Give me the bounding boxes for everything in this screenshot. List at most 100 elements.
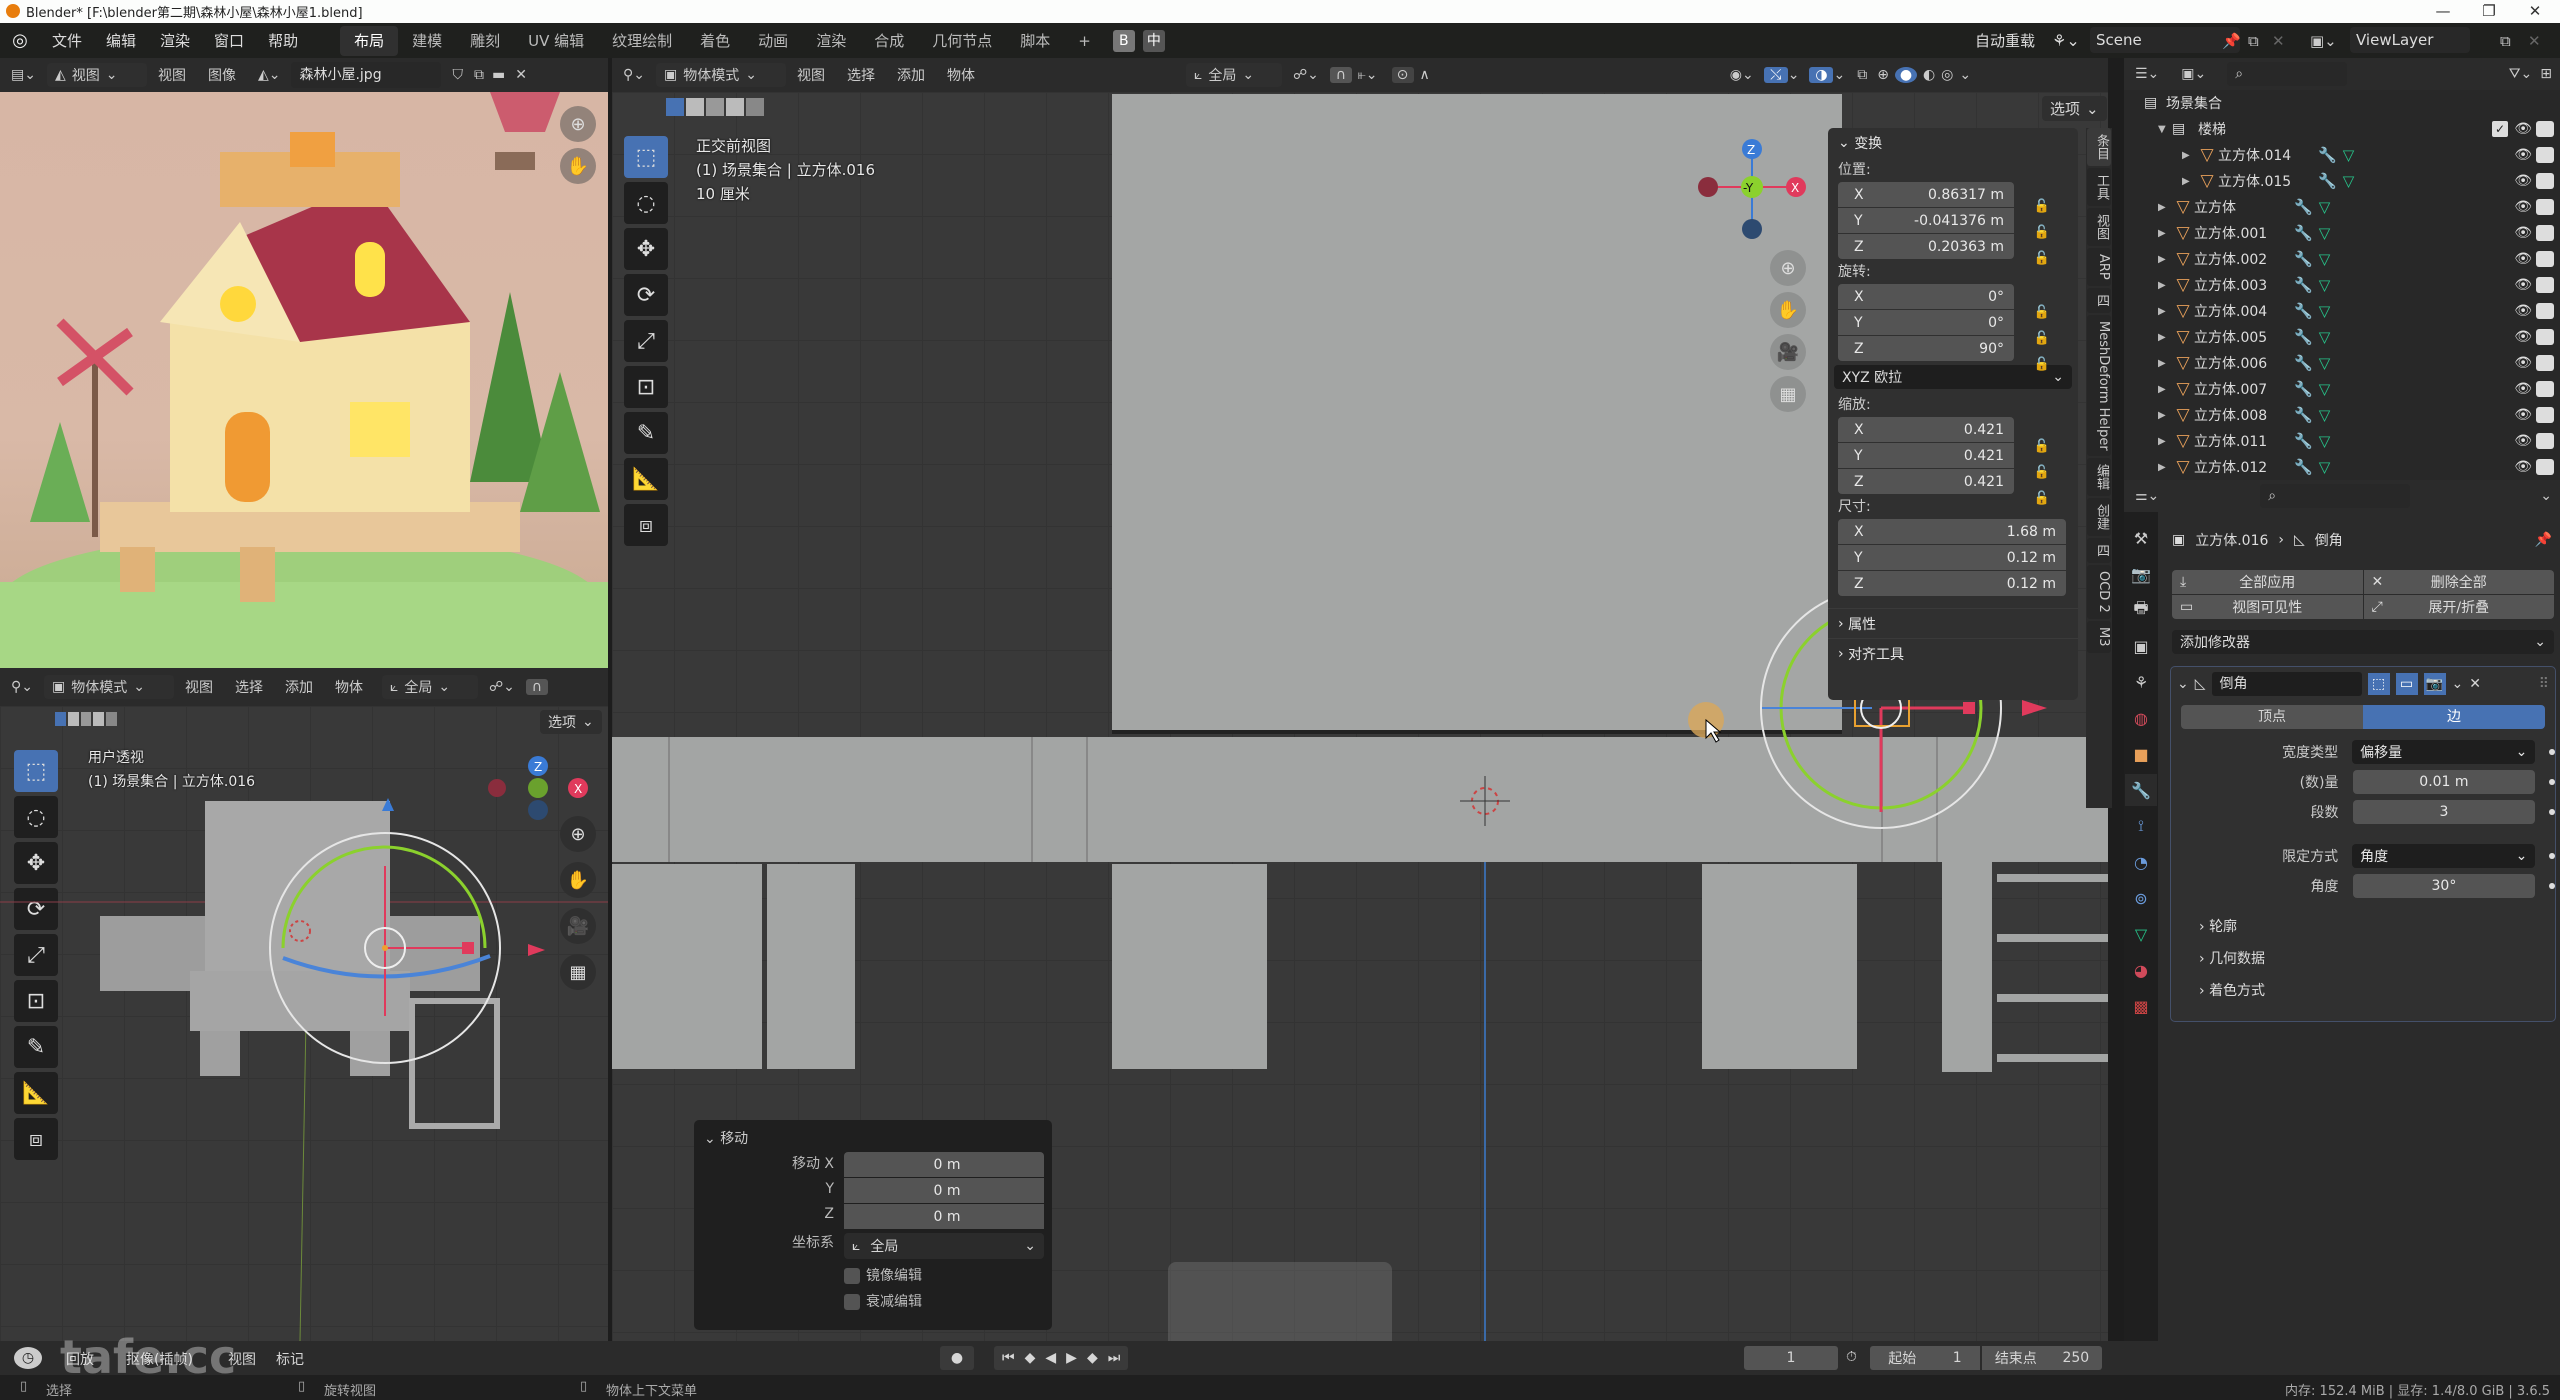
camera-icon[interactable] xyxy=(2536,303,2554,319)
profile-subpanel[interactable]: › 轮廓 xyxy=(2199,911,2555,943)
mesh-data-icon[interactable]: ▽ xyxy=(2319,276,2331,294)
menu-select[interactable]: 选择 xyxy=(836,65,886,85)
prev-keyframe-icon[interactable]: ◆ xyxy=(1025,1350,1036,1366)
editor-type-icon[interactable]: ▤⌄ xyxy=(0,67,47,83)
select-box-tool[interactable]: ⬚ xyxy=(624,136,668,178)
dimension-y-field[interactable]: Y 0.12 m xyxy=(1838,545,2066,570)
auto-keying-button[interactable]: ● xyxy=(940,1346,974,1370)
outliner-search-input[interactable]: ⌕ xyxy=(2227,62,2348,86)
lock-icon[interactable]: 🔓 xyxy=(2034,465,2050,480)
tab-layout[interactable]: 布局 xyxy=(340,25,399,56)
properties-search-input[interactable]: ⌕ xyxy=(2260,484,2411,508)
measure-tool[interactable]: 📐 xyxy=(624,458,668,500)
expand-triangle-icon[interactable]: ▶ xyxy=(2158,228,2172,239)
render-toggle-icon[interactable]: 📷 xyxy=(2423,673,2446,695)
eye-icon[interactable]: 👁 xyxy=(2514,303,2532,319)
modifier-tab-icon[interactable]: 🔧 xyxy=(2125,774,2157,806)
drag-handle-icon[interactable]: ⠿ xyxy=(2539,676,2549,692)
expand-triangle-icon[interactable]: ▶ xyxy=(2158,332,2172,343)
tab-compositing[interactable]: 合成 xyxy=(860,26,918,56)
maximize-button[interactable]: ❐ xyxy=(2466,0,2512,23)
image-name-field[interactable]: 森林小屋.jpg xyxy=(291,62,442,88)
sidebar-tab[interactable]: 条目 xyxy=(2087,128,2111,166)
mesh-data-icon[interactable]: ▽ xyxy=(2319,302,2331,320)
outliner-object[interactable]: ▶ ▽ 立方体.007 🔧 ▽ 👁 xyxy=(2124,376,2560,402)
eye-icon[interactable]: 👁 xyxy=(2514,173,2532,189)
keyframe-dot-icon[interactable] xyxy=(2549,853,2556,859)
mesh-data-icon[interactable]: ▽ xyxy=(2319,250,2331,268)
expand-triangle-icon[interactable]: ▶ xyxy=(2158,202,2172,213)
scene-name-field[interactable]: Scene xyxy=(2090,27,2240,53)
object-tab-icon[interactable]: ■ xyxy=(2125,738,2157,770)
orientation-dropdown[interactable]: ⟀ 全局 ⌄ xyxy=(381,675,478,699)
modifier-wrench-icon[interactable]: 🔧 xyxy=(2294,380,2313,398)
world-tab-icon[interactable]: ◍ xyxy=(2125,702,2157,734)
expand-triangle-icon[interactable]: ▶ xyxy=(2182,150,2196,161)
orientation-dropdown[interactable]: ⟀ 全局 ⌄ xyxy=(1185,63,1282,87)
shading-options-icon[interactable]: ⌄ xyxy=(1959,67,1971,83)
camera-icon[interactable] xyxy=(2536,381,2554,397)
rendered-shading-icon[interactable]: ◎ xyxy=(1941,67,1953,83)
display-mode-icon[interactable]: ▣⌄ xyxy=(2170,66,2217,82)
visibility-icon[interactable]: ◉⌄ xyxy=(1730,67,1754,83)
current-frame-field[interactable]: 1 xyxy=(1744,1346,1838,1370)
modifier-wrench-icon[interactable]: 🔧 xyxy=(2294,224,2313,242)
camera-icon[interactable] xyxy=(2536,407,2554,423)
expand-triangle-icon[interactable]: ▶ xyxy=(2158,384,2172,395)
scale-x-field[interactable]: X 0.421 xyxy=(1838,417,2014,442)
eye-icon[interactable]: 👁 xyxy=(2514,433,2532,449)
menu-render[interactable]: 渲染 xyxy=(148,30,202,51)
rotation-y-field[interactable]: Y 0° xyxy=(1838,310,2014,335)
sidebar-tab[interactable]: 视图 xyxy=(2087,208,2111,246)
menu-view[interactable]: 视图 xyxy=(174,677,224,697)
scene-tab-icon[interactable]: ⚘ xyxy=(2125,666,2157,698)
properties-section-header[interactable]: › 属性 xyxy=(1828,608,2078,638)
tab-scripting[interactable]: 脚本 xyxy=(1006,26,1064,56)
modifier-wrench-icon[interactable]: 🔧 xyxy=(2318,146,2337,164)
eye-icon[interactable]: 👁 xyxy=(2514,199,2532,215)
menu-marker[interactable]: 标记 xyxy=(276,1349,304,1369)
mesh-data-icon[interactable]: ▽ xyxy=(2343,146,2355,164)
dimension-z-field[interactable]: Z 0.12 m xyxy=(1838,571,2066,596)
scale-y-field[interactable]: Y 0.421 xyxy=(1838,443,2014,468)
scene-selector-icon[interactable]: ⚘⌄ xyxy=(2052,31,2080,50)
next-keyframe-icon[interactable]: ◆ xyxy=(1087,1350,1098,1366)
camera-view-icon[interactable]: 🎥 xyxy=(1770,334,1806,370)
data-tab-icon[interactable]: ▽ xyxy=(2125,918,2157,950)
orientation-dropdown[interactable]: ⟀ 全局 ⌄ xyxy=(844,1233,1044,1259)
browse-image-icon[interactable]: ◭⌄ xyxy=(247,67,292,83)
add-cube-tool[interactable]: ⧈ xyxy=(624,504,668,546)
delete-view-layer-button[interactable]: ✕ xyxy=(2528,32,2541,50)
geometry-subpanel[interactable]: › 几何数据 xyxy=(2199,943,2555,975)
annotate-tool[interactable]: ✎ xyxy=(624,412,668,454)
falloff-icon[interactable]: ∧ xyxy=(1420,67,1430,83)
angle-field[interactable]: 30° xyxy=(2352,874,2536,898)
add-modifier-dropdown[interactable]: 添加修改器 ⌄ xyxy=(2172,630,2554,654)
start-frame-field[interactable]: 起始 1 xyxy=(1870,1346,1980,1370)
tab-texture-paint[interactable]: 纹理绘制 xyxy=(598,26,686,56)
chevron-down-icon[interactable]: ⌄ xyxy=(1833,67,1845,83)
view-layer-field[interactable]: ViewLayer xyxy=(2350,27,2470,53)
expand-triangle-icon[interactable]: ▶ xyxy=(2158,436,2172,447)
camera-icon[interactable] xyxy=(2536,225,2554,241)
lock-icon[interactable]: 🔓 xyxy=(2034,225,2050,240)
overlay-toggle-icon[interactable]: ◑ xyxy=(1809,67,1834,83)
tab-animation[interactable]: 动画 xyxy=(744,26,802,56)
modifier-wrench-icon[interactable]: 🔧 xyxy=(2294,250,2313,268)
outliner-child-object[interactable]: ▶ ▽ 立方体.015 🔧 ▽ 👁 xyxy=(2124,168,2560,194)
menu-select[interactable]: 选择 xyxy=(224,677,274,697)
sidebar-tab[interactable]: MeshDeform Helper xyxy=(2087,314,2111,457)
tool-tab-icon[interactable]: ⚒ xyxy=(2125,522,2157,554)
mesh-data-icon[interactable]: ▽ xyxy=(2319,432,2331,450)
modifier-wrench-icon[interactable]: 🔧 xyxy=(2294,328,2313,346)
modifier-wrench-icon[interactable]: 🔧 xyxy=(2318,172,2337,190)
lock-icon[interactable]: 🔓 xyxy=(2034,305,2050,320)
eye-icon[interactable]: 👁 xyxy=(2514,277,2532,293)
editor-type-icon[interactable]: ⚲⌄ xyxy=(0,679,44,695)
perspective-grid-icon[interactable]: ▦ xyxy=(560,954,596,990)
lock-icon[interactable]: 🔓 xyxy=(2034,439,2050,454)
editor-type-icon[interactable]: ⚲⌄ xyxy=(612,67,656,83)
eye-icon[interactable]: 👁 xyxy=(2514,381,2532,397)
gizmo-toggle-icon[interactable]: ⤯ xyxy=(1763,67,1788,83)
lock-icon[interactable]: 🔓 xyxy=(2034,251,2050,266)
